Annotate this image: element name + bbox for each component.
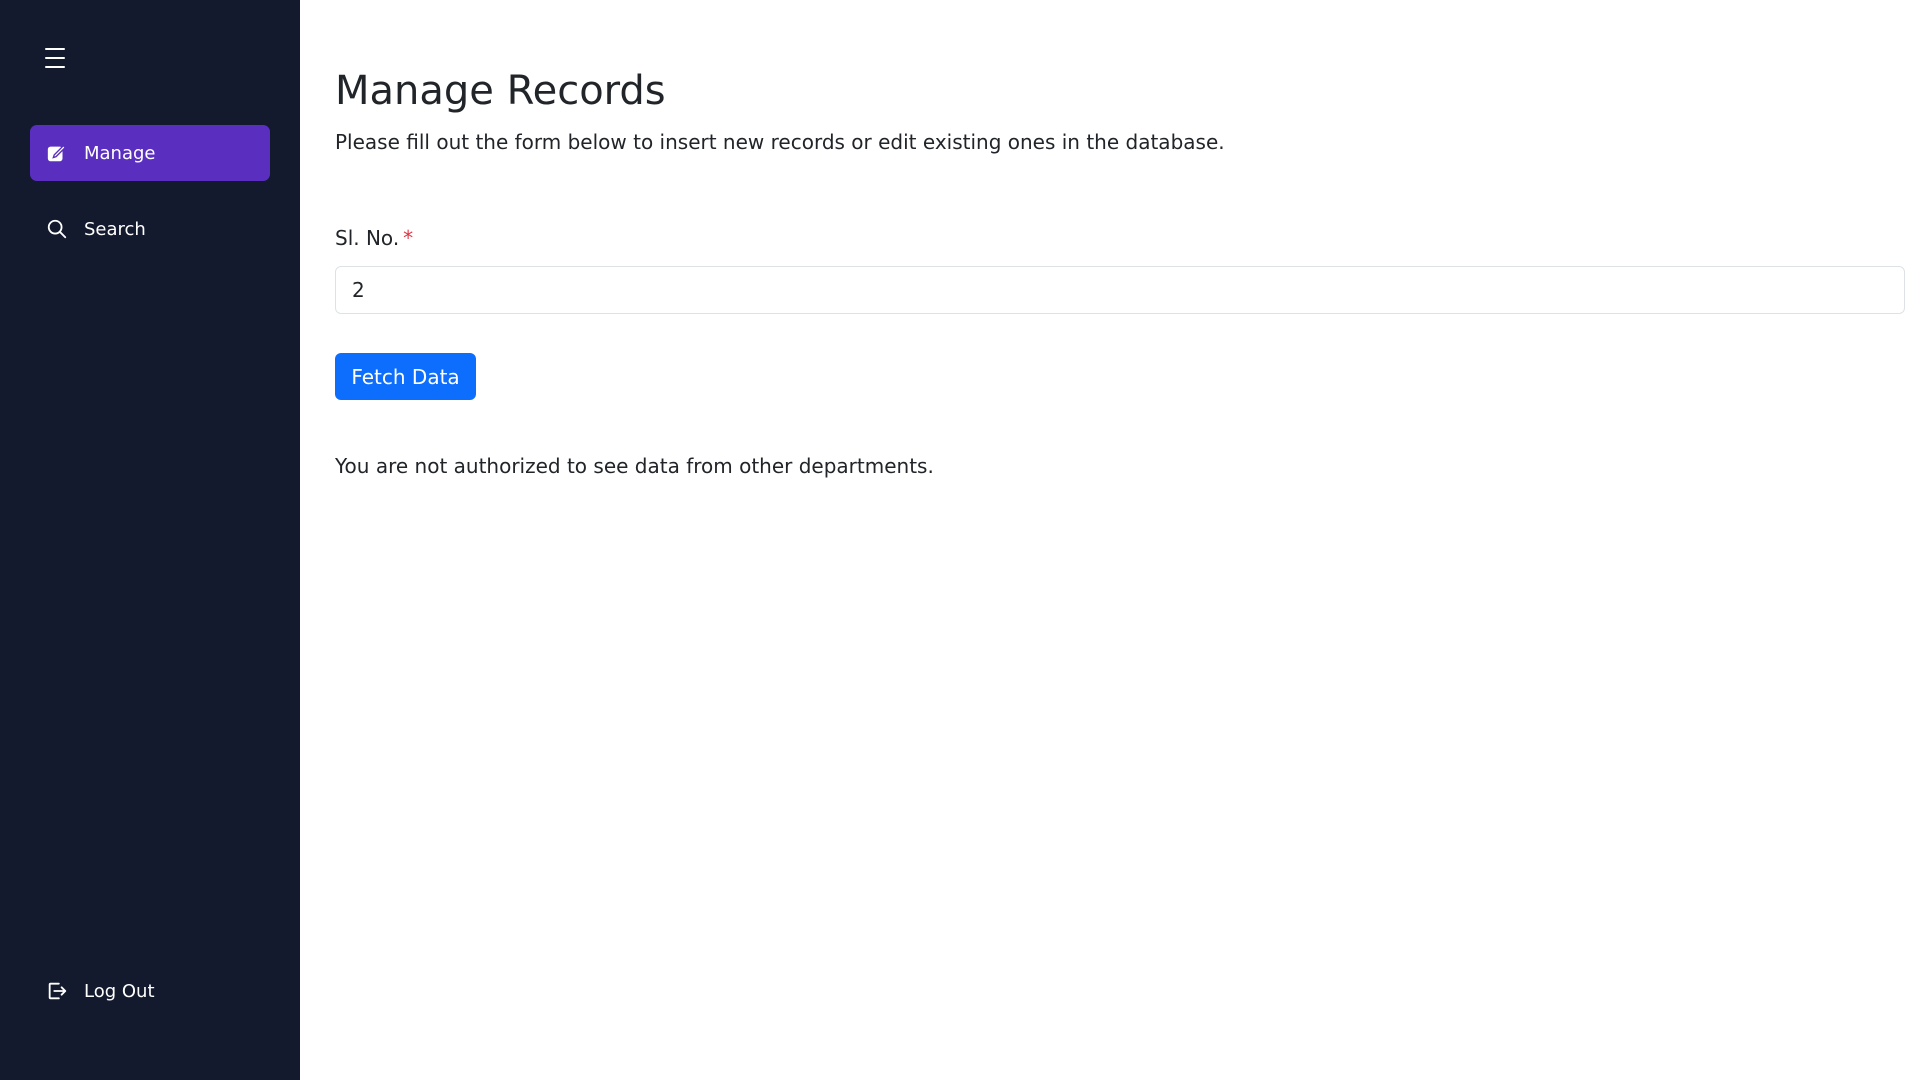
sidebar-item-search[interactable]: Search bbox=[30, 201, 270, 257]
sl-no-input[interactable] bbox=[335, 266, 1905, 314]
hamburger-menu-icon[interactable] bbox=[45, 48, 69, 68]
app: Manage Search Log Out Manage Records Ple… bbox=[0, 0, 1920, 1080]
edit-square-icon bbox=[45, 141, 69, 165]
hamburger-line bbox=[45, 48, 65, 50]
search-icon bbox=[45, 217, 69, 241]
logout-label: Log Out bbox=[84, 980, 155, 1002]
sidebar-item-manage[interactable]: Manage bbox=[30, 125, 270, 181]
hamburger-line bbox=[45, 57, 65, 59]
logout-button[interactable]: Log Out bbox=[30, 963, 270, 1019]
main-content: Manage Records Please fill out the form … bbox=[300, 0, 1920, 1080]
page-title: Manage Records bbox=[335, 68, 666, 114]
fetch-data-button[interactable]: Fetch Data bbox=[335, 353, 476, 400]
authorization-message: You are not authorized to see data from … bbox=[335, 454, 934, 478]
hamburger-line bbox=[45, 66, 65, 68]
sl-no-label-text: Sl. No. bbox=[335, 226, 400, 250]
sidebar-item-label: Search bbox=[84, 218, 146, 240]
sidebar: Manage Search Log Out bbox=[0, 0, 300, 1080]
page-subtitle: Please fill out the form below to insert… bbox=[335, 130, 1225, 154]
sl-no-field-label: Sl. No. * bbox=[335, 226, 413, 250]
logout-icon bbox=[45, 979, 69, 1003]
required-marker: * bbox=[403, 226, 414, 250]
sidebar-item-label: Manage bbox=[84, 142, 156, 164]
